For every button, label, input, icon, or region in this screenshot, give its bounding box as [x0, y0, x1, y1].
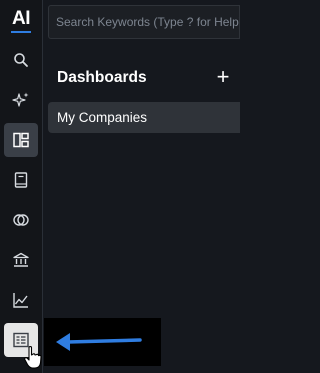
- add-dashboard-button[interactable]: +: [213, 66, 233, 88]
- nav-charts-button[interactable]: [4, 283, 38, 317]
- nav-search-button[interactable]: [4, 43, 38, 77]
- dashboard-list-item[interactable]: My Companies: [48, 102, 240, 133]
- nav-compare-button[interactable]: [4, 203, 38, 237]
- line-chart-icon: [13, 293, 28, 308]
- search-icon: [14, 53, 28, 67]
- nav-ai-assistant-button[interactable]: [4, 83, 38, 117]
- search-box[interactable]: [48, 5, 240, 39]
- search-input[interactable]: [49, 6, 239, 38]
- nav-dashboards-button[interactable]: [4, 123, 38, 157]
- nav-bank-button[interactable]: [4, 243, 38, 277]
- nav-notebook-button[interactable]: [4, 163, 38, 197]
- app-logo[interactable]: AI: [9, 9, 33, 33]
- annotation-overlay: [44, 318, 161, 366]
- arrow-left-icon: [56, 333, 142, 351]
- bank-icon: [13, 252, 29, 267]
- logo-underline: [11, 31, 31, 33]
- hand-cursor-icon: [24, 346, 42, 369]
- panel-title: Dashboards: [57, 69, 147, 86]
- sparkle-icon: [12, 92, 29, 107]
- dashboard-icon: [13, 132, 29, 148]
- overlap-circles-icon: [13, 214, 29, 226]
- notebook-icon: [14, 172, 28, 188]
- left-nav-rail: AI: [0, 0, 43, 373]
